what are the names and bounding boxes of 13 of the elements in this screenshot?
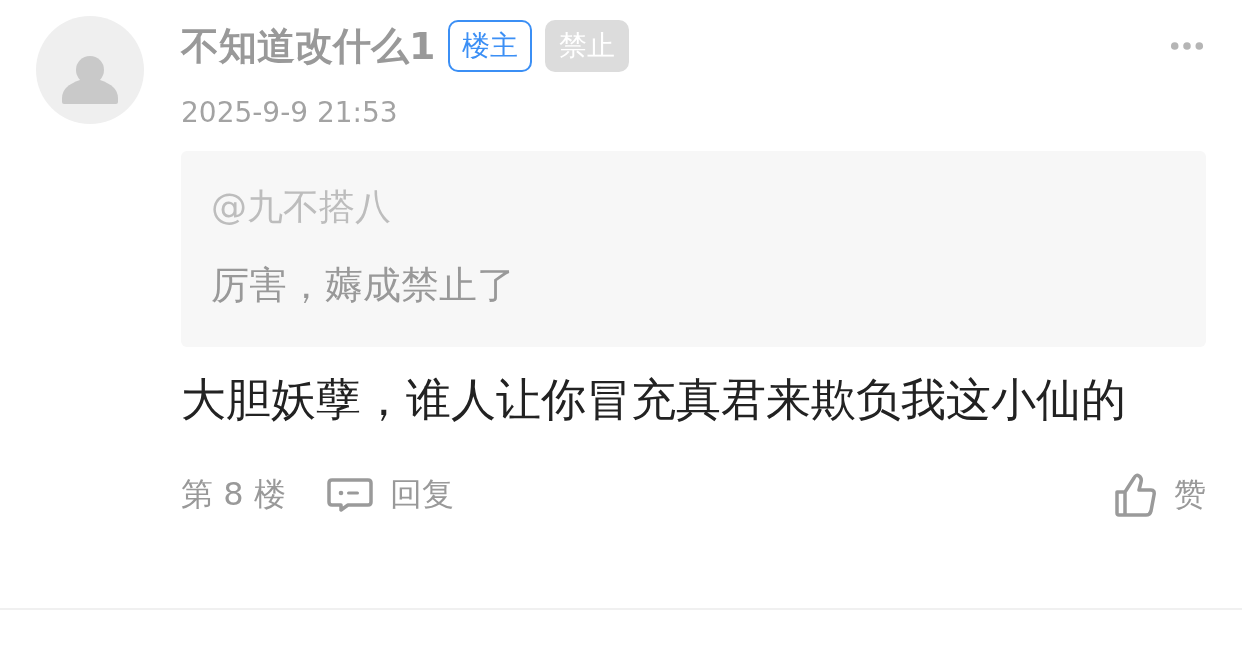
more-icon[interactable] (1170, 41, 1204, 51)
author-name[interactable]: 不知道改什么1 (181, 20, 436, 72)
post-date: 2025-9-9 21:53 (181, 96, 399, 129)
user-tag: 楼主 (448, 20, 533, 72)
quoted-text: 厉害，薅成禁止了 (211, 262, 516, 309)
floor-number: 第 8 楼 (181, 474, 286, 515)
reply-button[interactable]: 回复 (325, 473, 454, 517)
quoted-user[interactable]: @九不搭八 (211, 183, 1176, 232)
thumbs-up-icon (1114, 472, 1158, 518)
avatar-icon (36, 16, 144, 124)
comment-icon (325, 477, 374, 513)
like-button[interactable]: 赞 (1114, 472, 1206, 518)
comment-text: 大胆妖孽，谁人让你冒充真君来欺负我这小仙的 (181, 372, 1127, 428)
